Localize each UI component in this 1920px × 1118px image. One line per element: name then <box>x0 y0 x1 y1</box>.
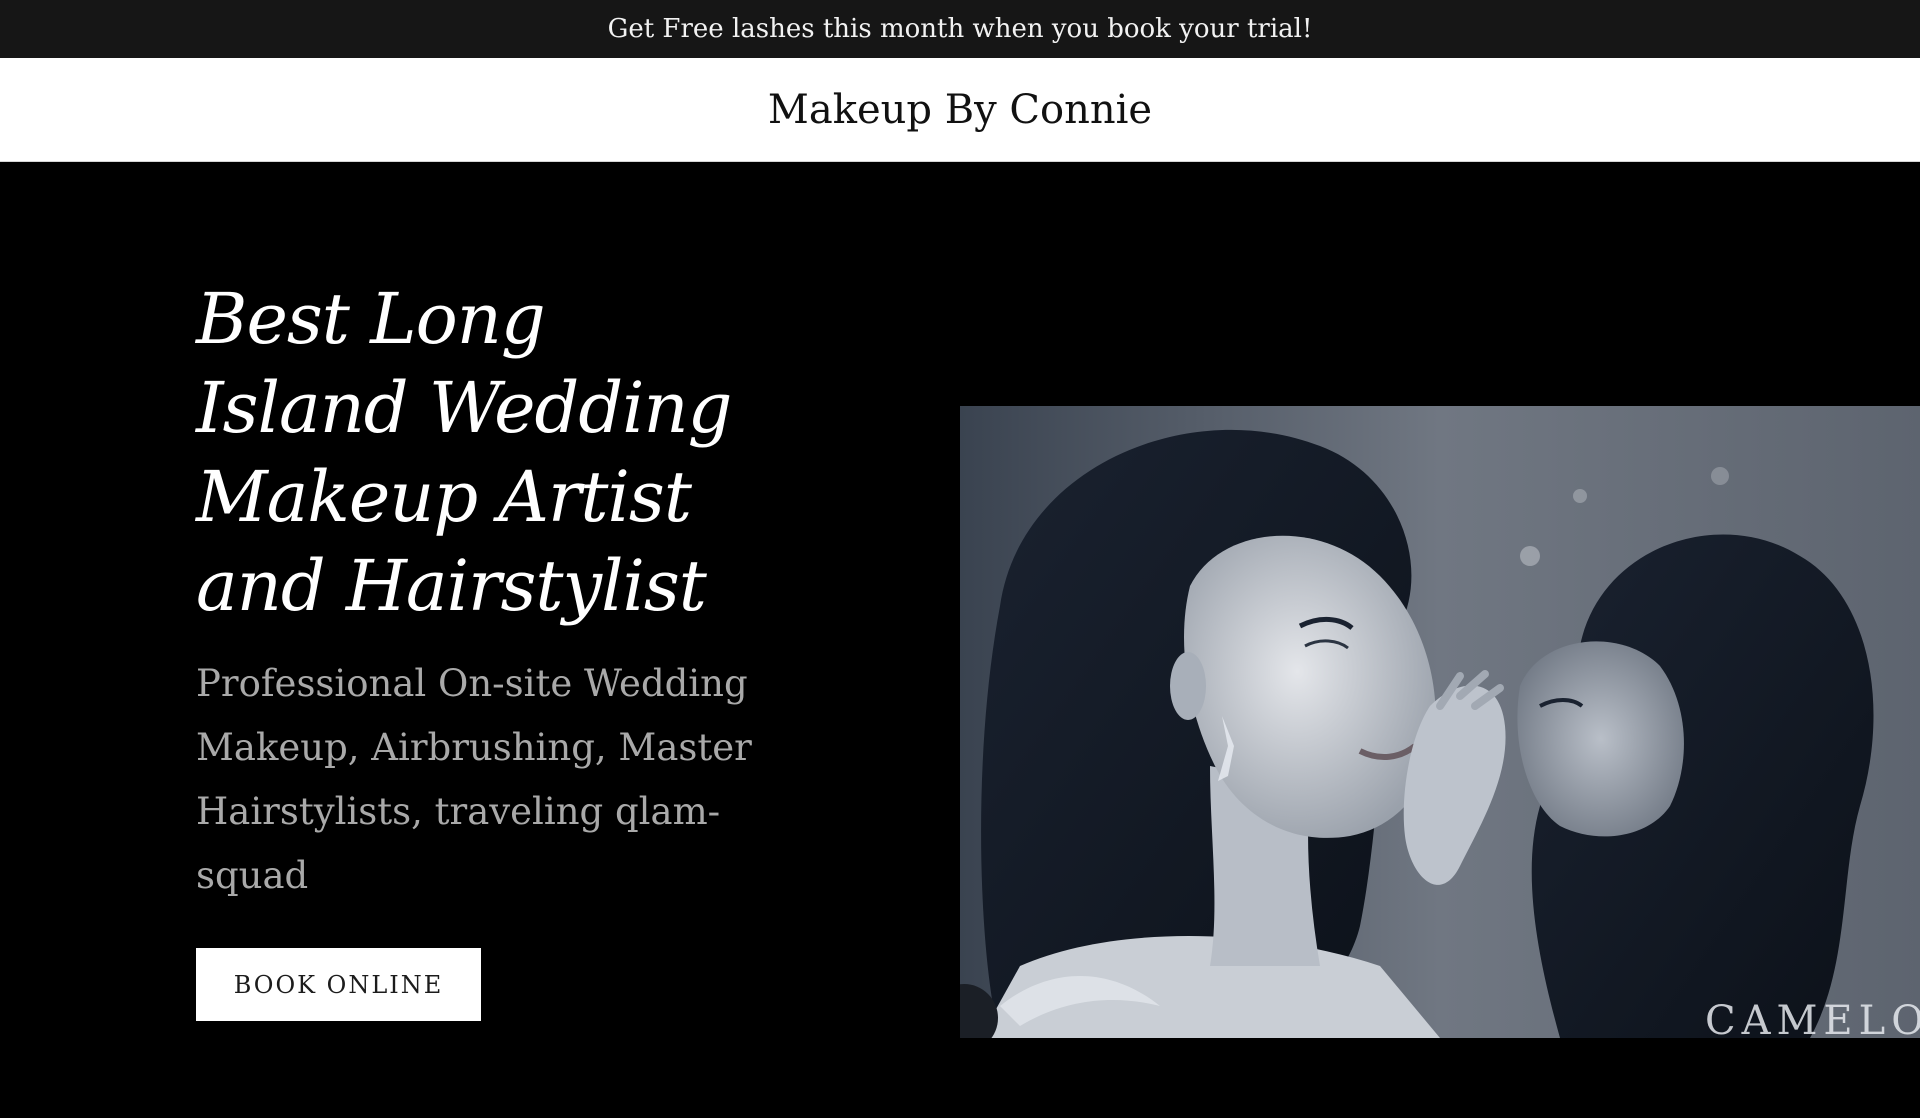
announcement-bar: Get Free lashes this month when you book… <box>0 0 1920 58</box>
site-header: Makeup By Connie <box>0 58 1920 162</box>
hero-heading: Best Long Island Wedding Makeup Artist a… <box>196 278 732 627</box>
hero-subtitle: Professional On-site Wedding Makeup, Air… <box>196 662 752 897</box>
image-watermark: CAMELO <box>1704 998 1920 1038</box>
site-title-link[interactable]: Makeup By Connie <box>768 87 1152 133</box>
hero-image: CAMELO <box>960 406 1920 1038</box>
announcement-text: Get Free lashes this month when you book… <box>607 14 1313 44</box>
book-online-button[interactable]: BOOK ONLINE <box>196 948 481 1021</box>
hero-section: Best Long Island Wedding Makeup Artist a… <box>0 163 1920 1118</box>
bride-makeup-photo <box>960 406 1920 1038</box>
